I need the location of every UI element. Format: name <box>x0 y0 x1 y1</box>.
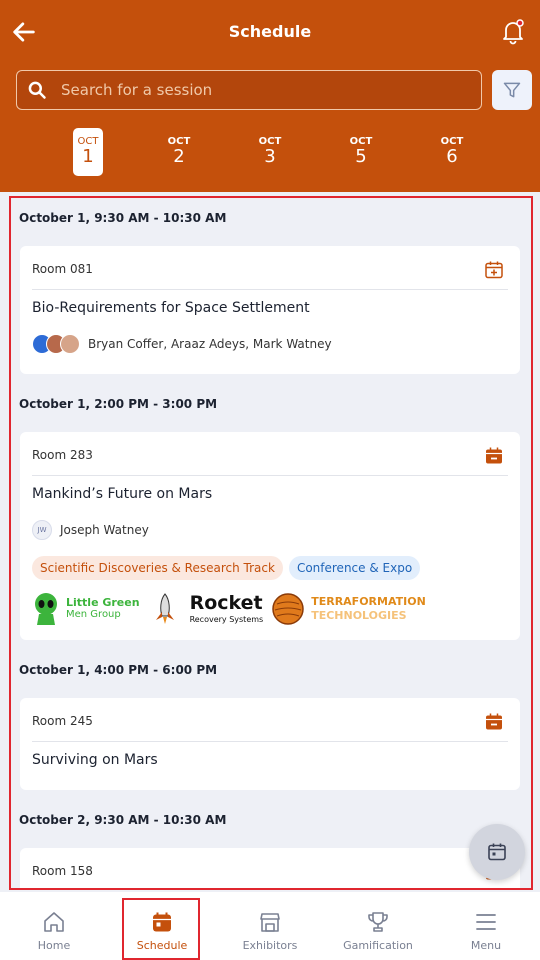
search-row <box>16 70 532 110</box>
search-input[interactable] <box>61 81 441 99</box>
track-tag[interactable]: Scientific Discoveries & Research Track <box>32 556 283 580</box>
nav-menu[interactable]: Menu <box>432 892 540 960</box>
sponsor-subname: Recovery Systems <box>189 614 264 624</box>
header: Schedule OCT 1 OCT 2 OCT <box>0 0 540 192</box>
time-slot-header: October 1, 9:30 AM - 10:30 AM <box>19 211 227 225</box>
sponsor-logo-little-green[interactable]: Little Green Men Group <box>32 592 140 626</box>
sponsor-name: TERRAFORMATION <box>311 595 426 608</box>
sponsor-name: Little Green <box>66 596 140 609</box>
session-room: Room 283 <box>32 448 93 462</box>
sponsor-logo-terraformation[interactable]: TERRAFORMATION TECHNOLOGIES <box>271 592 426 626</box>
filter-icon <box>503 82 521 98</box>
top-bar: Schedule <box>0 0 540 64</box>
speaker-names: Joseph Watney <box>60 523 149 537</box>
calendar-icon <box>488 843 506 861</box>
sponsor-name: Rocket <box>189 591 263 614</box>
calendar-minus-icon[interactable] <box>484 446 504 466</box>
nav-label: Exhibitors <box>242 939 298 952</box>
notification-bell-icon[interactable] <box>500 18 526 46</box>
nav-label: Gamification <box>343 939 413 952</box>
session-room: Room 245 <box>32 714 93 728</box>
date-day: 6 <box>446 146 458 167</box>
nav-exhibitors[interactable]: Exhibitors <box>216 892 324 960</box>
nav-label: Home <box>37 939 71 952</box>
menu-icon <box>476 914 496 930</box>
tag-list: Scientific Discoveries & Research Track … <box>32 556 421 580</box>
divider <box>32 741 508 742</box>
session-card[interactable]: Room 081 Bio-Requirements for Space Sett… <box>20 246 520 374</box>
calendar-fab-button[interactable] <box>469 824 525 880</box>
session-title: Bio-Requirements for Space Settlement <box>32 300 310 316</box>
speaker-row: JW Joseph Watney <box>32 520 149 540</box>
date-day: 5 <box>355 146 367 167</box>
date-tab-oct-6[interactable]: OCT 6 <box>437 128 467 176</box>
session-room: Room 081 <box>32 262 93 276</box>
date-day: 3 <box>264 146 276 167</box>
date-day: 2 <box>173 146 185 167</box>
speaker-avatar <box>60 334 80 354</box>
home-icon <box>44 912 64 932</box>
date-tab-oct-5[interactable]: OCT 5 <box>346 128 376 176</box>
trophy-icon <box>368 912 388 932</box>
nav-label: Menu <box>470 939 502 952</box>
alien-logo-icon <box>35 593 57 625</box>
search-icon <box>28 81 46 99</box>
date-tab-oct-3[interactable]: OCT 3 <box>255 128 285 176</box>
session-title: Surviving on Mars <box>32 752 158 768</box>
sponsor-subname: Men Group <box>66 609 121 620</box>
date-tab-oct-2[interactable]: OCT 2 <box>164 128 194 176</box>
date-tab-oct-1[interactable]: OCT 1 <box>73 128 103 176</box>
date-day: 1 <box>82 146 94 167</box>
session-title: Mankind’s Future on Mars <box>32 486 213 502</box>
rocket-emblem-icon[interactable] <box>148 592 182 626</box>
nav-schedule[interactable]: Schedule <box>108 892 216 960</box>
date-selector: OCT 1 OCT 2 OCT 3 OCT 5 OCT 6 <box>0 128 540 178</box>
speaker-row: Bryan Coffer, Araaz Adeys, Mark Watney <box>32 334 332 354</box>
session-card[interactable]: Room 245 Surviving on Mars <box>20 698 520 790</box>
speaker-names: Bryan Coffer, Araaz Adeys, Mark Watney <box>88 337 332 351</box>
sponsor-logo-rocket[interactable]: Rocket Recovery Systems <box>190 593 264 626</box>
sponsor-logos: Little Green Men Group Rocket Recovery S… <box>32 592 426 626</box>
schedule-list[interactable]: October 1, 9:30 AM - 10:30 AM Room 081 B… <box>9 196 533 890</box>
speaker-avatar: JW <box>32 520 52 540</box>
calendar-plus-icon[interactable] <box>484 260 504 280</box>
sponsor-subname: TECHNOLOGIES <box>311 609 407 622</box>
session-card[interactable]: Room 158 <box>20 848 520 888</box>
event-tag[interactable]: Conference & Expo <box>288 556 421 580</box>
store-icon <box>260 913 280 932</box>
calendar-minus-icon[interactable] <box>484 712 504 732</box>
filter-button[interactable] <box>492 70 532 110</box>
session-room: Room 158 <box>32 864 93 878</box>
search-box[interactable] <box>16 70 482 110</box>
divider <box>32 475 508 476</box>
page-title: Schedule <box>228 22 312 41</box>
planet-logo-icon <box>272 593 304 625</box>
session-card[interactable]: Room 283 Mankind’s Future on Mars JW Jos… <box>20 432 520 640</box>
divider <box>32 289 508 290</box>
nav-gamification[interactable]: Gamification <box>324 892 432 960</box>
time-slot-header: October 2, 9:30 AM - 10:30 AM <box>19 813 227 827</box>
active-highlight <box>122 898 200 960</box>
time-slot-header: October 1, 2:00 PM - 3:00 PM <box>19 397 218 411</box>
time-slot-header: October 1, 4:00 PM - 6:00 PM <box>19 663 218 677</box>
bottom-nav: Home Schedule Exhibitors Gamification Me… <box>0 892 540 960</box>
nav-home[interactable]: Home <box>0 892 108 960</box>
